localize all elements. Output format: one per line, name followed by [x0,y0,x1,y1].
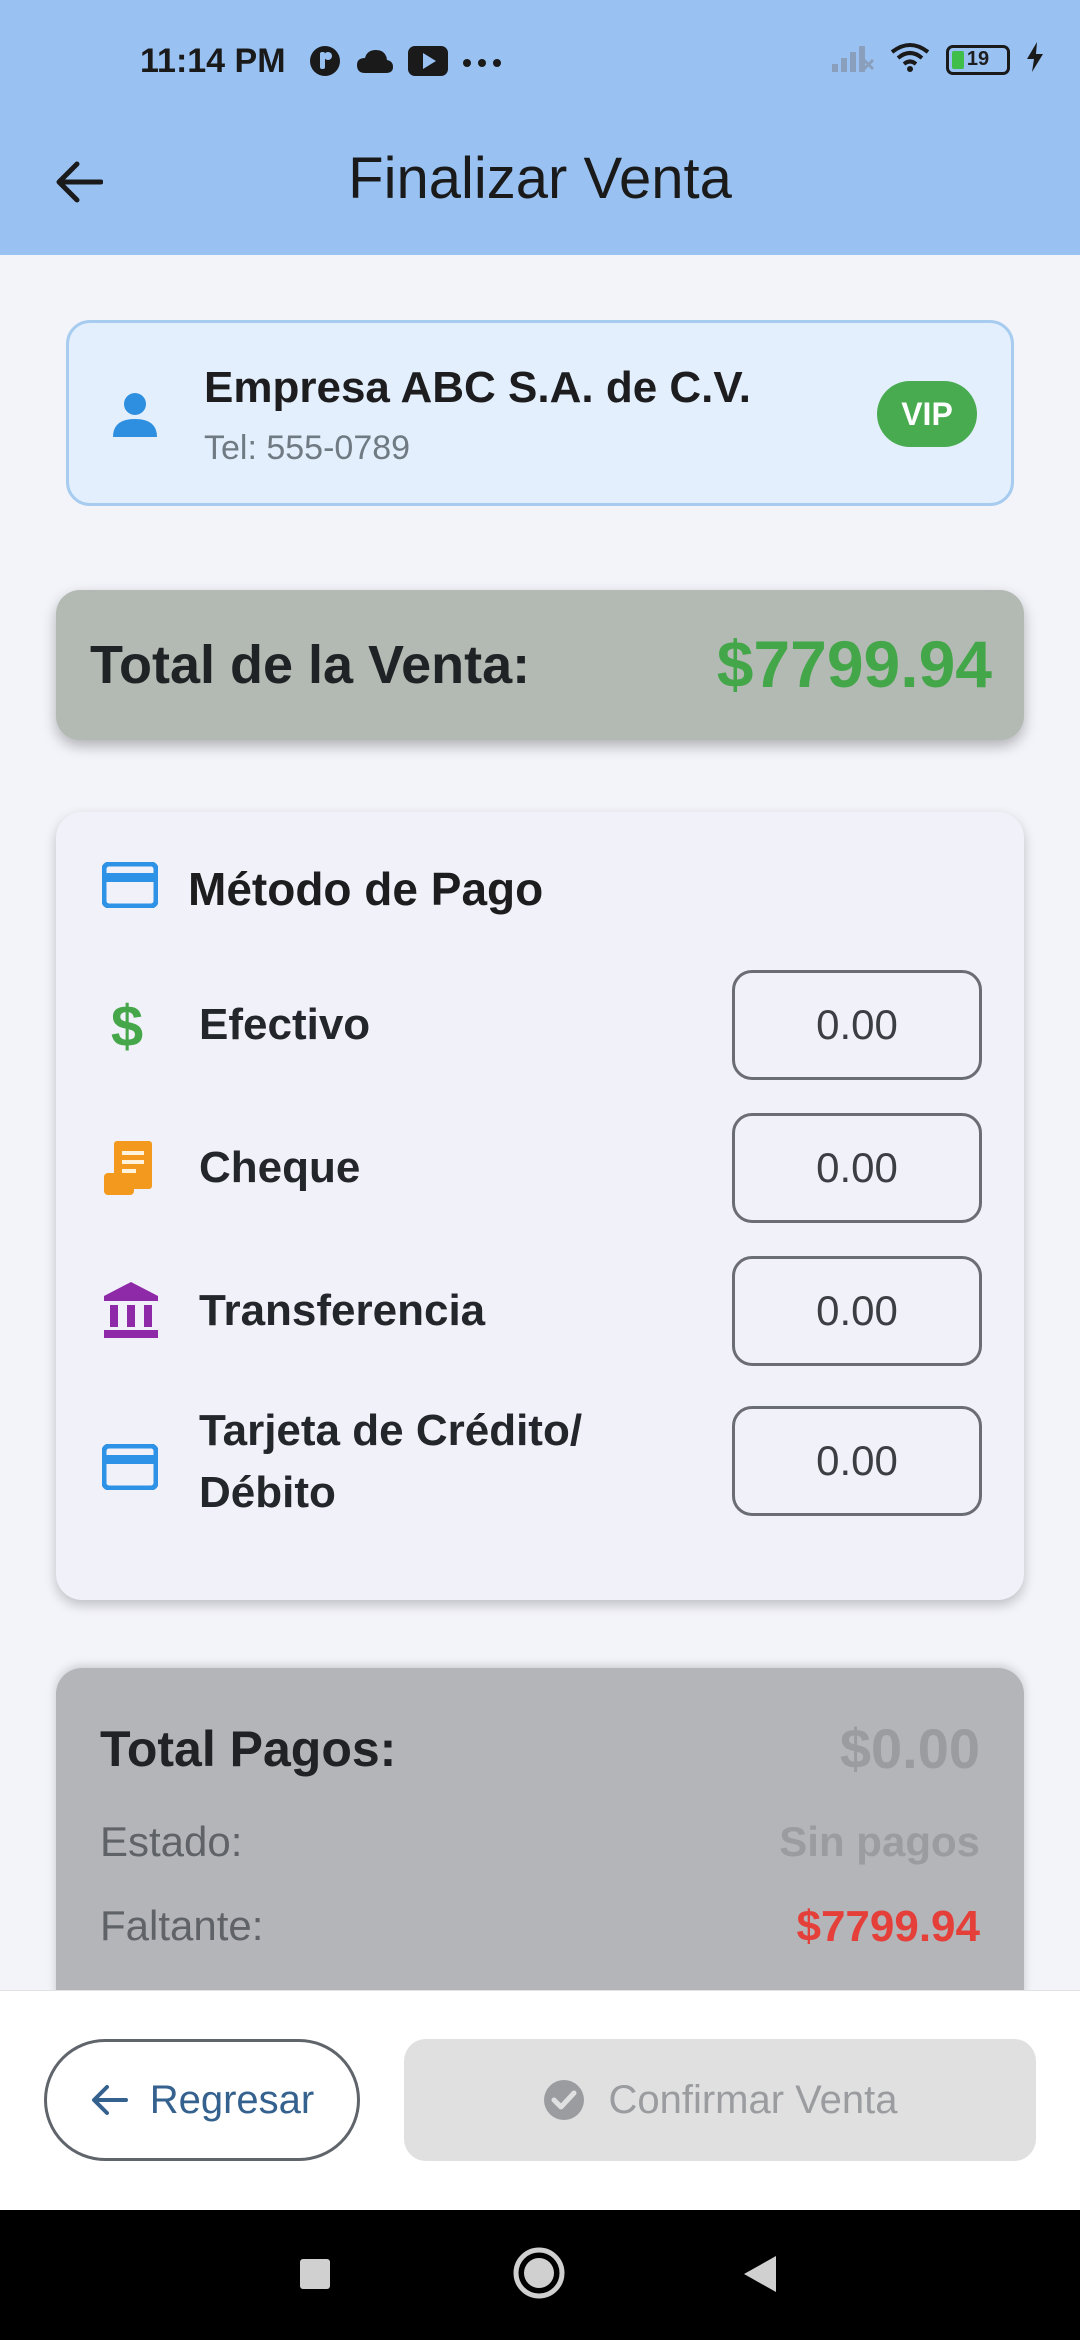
total-payments-label: Total Pagos: [100,1721,397,1777]
bottom-action-bar: Regresar Confirmar Venta [0,1990,1080,2210]
battery-level: 19 [966,48,990,70]
status-system-icons: 19 [832,42,1044,77]
wifi-icon [890,42,930,77]
more-icon [462,55,502,73]
payment-label-card-line1: Tarjeta de Crédito/ [199,1406,583,1455]
credit-card-icon [101,1443,159,1495]
missing-value: $7799.94 [796,1902,980,1951]
client-phone: Tel: 555-0789 [204,429,411,467]
person-icon [109,389,161,446]
status-time: 11:14 PM [140,42,286,80]
youtube-icon [408,46,448,81]
recents-button[interactable] [299,2258,331,2295]
circle-icon [513,2247,565,2299]
payment-label-card-line2: Débito [199,1468,336,1517]
cash-amount-input[interactable]: 0.00 [732,970,982,1080]
payment-methods-title: Método de Pago [188,863,544,915]
check-amount-input[interactable]: 0.00 [732,1113,982,1223]
back-action-button[interactable]: Regresar [44,2039,360,2161]
signal-icon [832,42,875,77]
charging-icon [1026,42,1044,77]
battery-icon: 19 [946,44,1010,75]
payment-summary-card: Total Pagos: $0.00 Estado: Sin pagos Fal… [56,1668,1024,1998]
page-title: Finalizar Venta [348,146,732,211]
confirm-sale-label: Confirmar Venta [608,2077,898,2122]
payment-label-check: Cheque [199,1143,361,1192]
bank-icon [102,1280,160,1345]
confirm-sale-button[interactable]: Confirmar Venta [404,2039,1036,2161]
back-action-label: Regresar [149,2077,315,2122]
client-card: Empresa ABC S.A. de C.V. Tel: 555-0789 V… [66,320,1014,506]
payment-label-transfer: Transferencia [199,1286,486,1335]
check-circle-icon [544,2080,585,2120]
payment-methods-card: Método de Pago $ Efectivo 0.00 Cheque 0.… [56,812,1024,1600]
missing-label: Faltante: [100,1902,264,1949]
sale-total-value: $7799.94 [716,627,992,701]
total-payments-value: $0.00 [839,1717,980,1780]
arrow-back-icon [91,2085,128,2115]
vip-badge: VIP [877,381,977,447]
status-notification-icons [308,44,502,83]
triangle-back-icon [744,2256,776,2292]
app-bar: Finalizar Venta [0,125,1080,255]
square-icon [300,2259,330,2289]
sale-total-label: Total de la Venta: [90,635,531,695]
status-bar: 11:14 PM 19 [0,0,1080,125]
cloud-icon [356,47,394,80]
system-navigation-bar [0,2210,1080,2340]
client-name: Empresa ABC S.A. de C.V. [204,363,751,412]
transfer-amount-input[interactable]: 0.00 [732,1256,982,1366]
card-amount-input[interactable]: 0.00 [732,1406,982,1516]
status-value: Sin pagos [779,1818,980,1865]
payment-label-cash: Efectivo [199,1000,371,1049]
receipt-icon [102,1139,156,1202]
svg-text:$: $ [111,996,143,1056]
dollar-icon: $ [102,994,152,1061]
notification-icon [308,44,342,83]
credit-card-icon [101,861,159,913]
system-back-button[interactable] [742,2254,778,2299]
status-label: Estado: [100,1818,243,1865]
home-button[interactable] [512,2246,566,2305]
payment-label-card: Tarjeta de Crédito/ Débito [199,1400,582,1524]
sale-total-card: Total de la Venta: $7799.94 [56,590,1024,740]
